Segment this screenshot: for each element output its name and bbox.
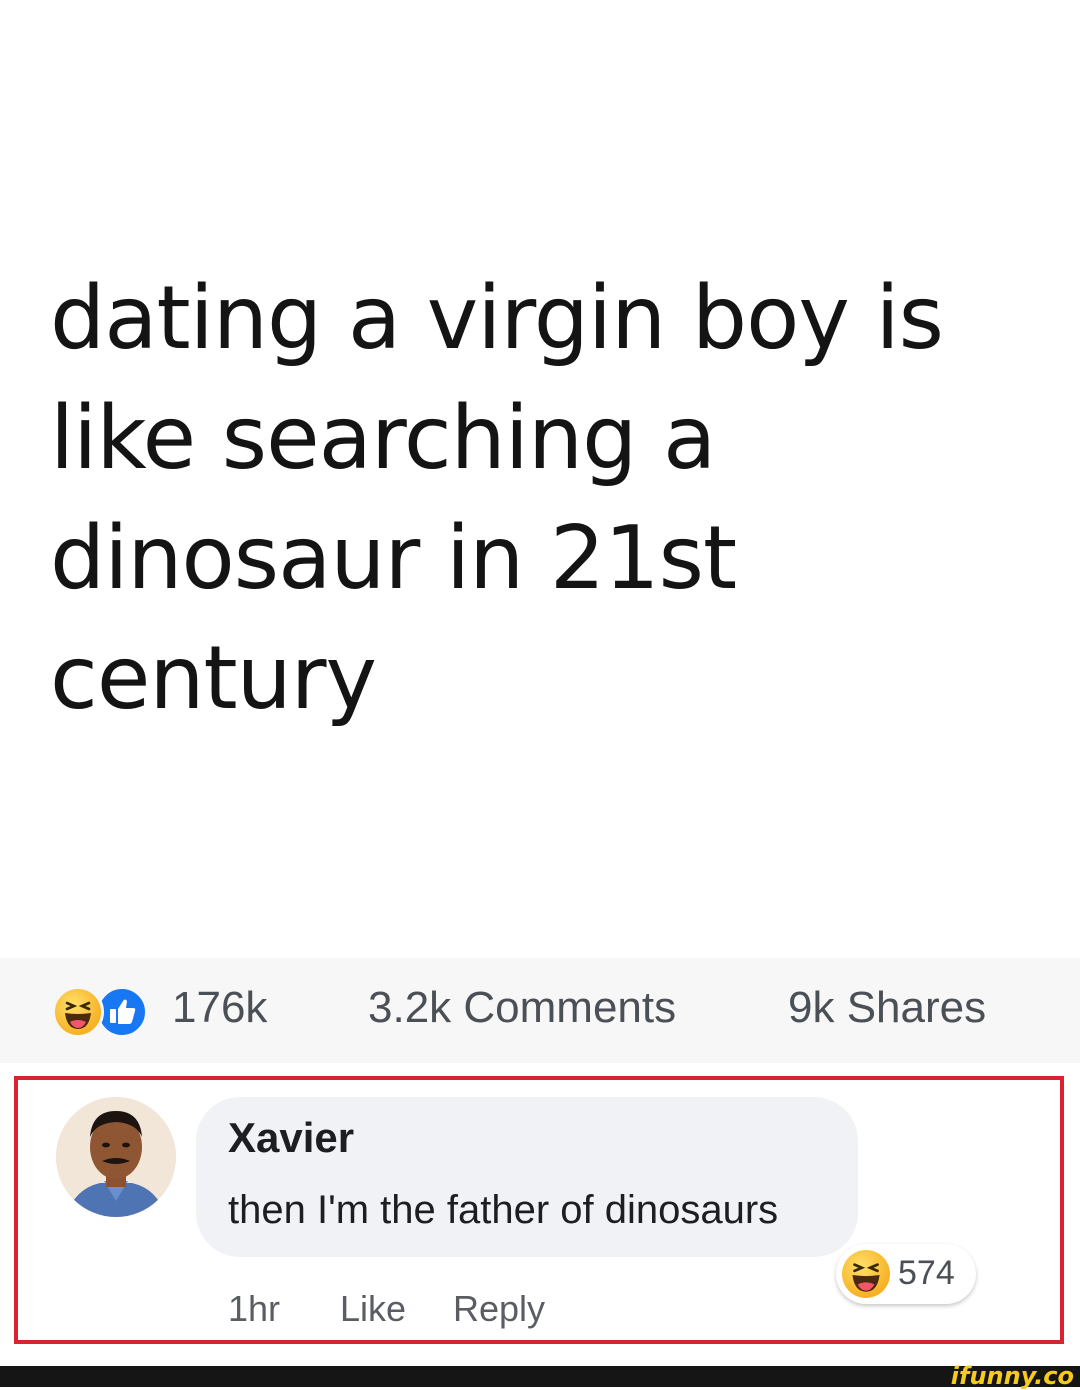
comment-timestamp[interactable]: 1hr [228,1288,280,1330]
comment-reaction-count: 574 [898,1254,955,1292]
comment-text: then I'm the father of dinosaurs [228,1188,779,1232]
comments-count-link[interactable]: 3.2k Comments [368,983,676,1033]
reactions-count[interactable]: 176k [172,983,267,1033]
avatar[interactable] [56,1097,176,1217]
post-text: dating a virgin boy is like searching a … [50,267,944,729]
comment-author-name[interactable]: Xavier [228,1114,354,1162]
ifunny-watermark: ifunny.co [950,1362,1074,1390]
comment-reply-button[interactable]: Reply [453,1288,545,1330]
comment-reaction-badge[interactable]: 574 [836,1244,976,1304]
reaction-icons[interactable] [52,984,148,1040]
haha-icon [842,1250,890,1298]
comment-like-button[interactable]: Like [340,1288,406,1330]
shares-count-link[interactable]: 9k Shares [788,983,986,1033]
haha-icon [52,986,104,1038]
watermark-bar [0,1366,1080,1387]
